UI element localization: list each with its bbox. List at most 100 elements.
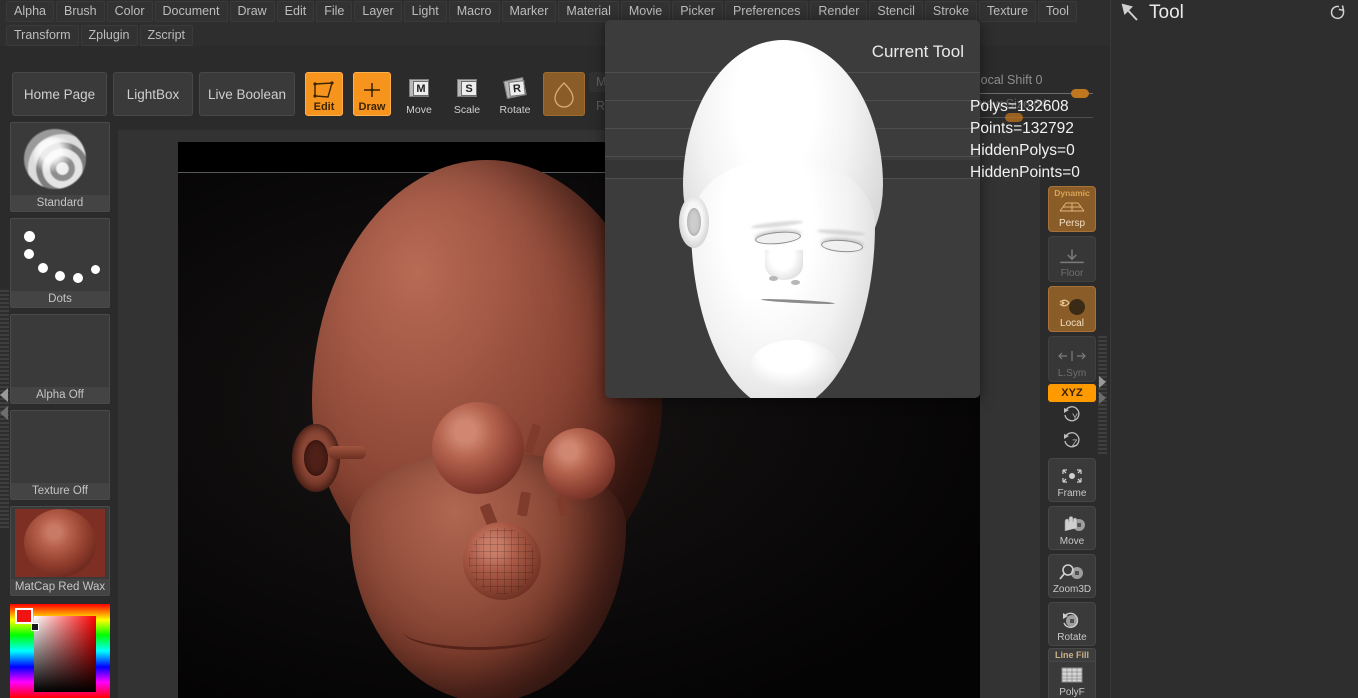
collapse-arrow-icon-2	[0, 406, 8, 420]
menu-item-zscript[interactable]: Zscript	[139, 24, 193, 46]
stroke-slot[interactable]: Dots	[10, 218, 110, 308]
back-arrow-icon[interactable]	[1119, 2, 1145, 26]
live-boolean-button[interactable]: Live Boolean	[199, 72, 295, 116]
edit-label: Edit	[313, 101, 335, 113]
rotate-canvas-button[interactable]: Rotate	[1048, 602, 1096, 646]
local-button[interactable]: Local	[1048, 286, 1096, 332]
polyframe-button[interactable]: PolyF	[1048, 661, 1096, 698]
floor-button[interactable]: Floor	[1048, 236, 1096, 282]
menu-item-picker[interactable]: Picker	[672, 0, 723, 22]
model-nose-sphere	[463, 522, 541, 600]
collapse-arrow-icon	[0, 388, 8, 402]
right-vertical-toolbar: Dynamic Persp Floor Local L.Sym XYZ Y Z …	[1048, 186, 1107, 698]
model-ear-stem	[328, 446, 366, 459]
polyframe-icon	[1061, 667, 1083, 683]
brush-thumbnail	[11, 123, 109, 195]
menu-row-primary: Alpha Brush Color Document Draw Edit File Layer…	[0, 0, 1110, 22]
menu-item-document[interactable]: Document	[154, 0, 228, 22]
material-swatch-button[interactable]	[543, 72, 585, 116]
lightbox-button[interactable]: LightBox	[113, 72, 193, 116]
zoom3d-button[interactable]: Zoom3D	[1048, 554, 1096, 598]
texture-slot[interactable]: Texture Off	[10, 410, 110, 500]
preview-nostril-right	[791, 280, 800, 285]
current-tool-popup[interactable]: Current Tool	[605, 20, 980, 398]
texture-label: Texture Off	[11, 483, 109, 499]
tool-panel: Tool Load Tool Save As Copy Tool Paste T…	[1110, 0, 1358, 698]
menu-item-file[interactable]: File	[316, 0, 353, 22]
stat-hidden-polys: HiddenPolys=0	[970, 142, 1075, 159]
menu-item-zplugin[interactable]: Zplugin	[80, 24, 138, 46]
left-tray-collapse-handle[interactable]	[0, 288, 9, 528]
material-slot[interactable]: MatCap Red Wax	[10, 506, 110, 596]
tool-preview-model	[665, 40, 905, 398]
menu-item-stencil[interactable]: Stencil	[869, 0, 923, 22]
move-label: Move	[406, 104, 432, 116]
rotate-y-button[interactable]: Y	[1048, 404, 1096, 428]
menu-item-movie[interactable]: Movie	[620, 0, 671, 22]
menu-item-brush[interactable]: Brush	[55, 0, 105, 22]
expand-arrow-icon	[1099, 376, 1106, 388]
persp-label: Persp	[1058, 218, 1086, 229]
refresh-icon[interactable]	[1329, 4, 1347, 22]
menu-item-alpha[interactable]: Alpha	[6, 0, 54, 22]
rotate-mode-button[interactable]: R Rotate	[495, 70, 535, 116]
color-picker[interactable]	[10, 604, 110, 698]
alpha-label: Alpha Off	[11, 387, 109, 403]
scale-s-icon: S	[453, 78, 481, 104]
local-symmetry-button[interactable]: L.Sym	[1048, 336, 1096, 382]
zbrush-window: Alpha Brush Color Document Draw Edit File Layer…	[0, 0, 1358, 698]
menu-item-render[interactable]: Render	[810, 0, 868, 22]
right-toolbar-collapse-handle[interactable]	[1098, 334, 1107, 454]
menu-item-tool[interactable]: Tool	[1038, 0, 1077, 22]
polyf-label: PolyF	[1059, 687, 1085, 698]
menu-item-layer[interactable]: Layer	[354, 0, 402, 22]
line-fill-label[interactable]: Line Fill	[1048, 648, 1096, 661]
hand-move-icon	[1064, 516, 1085, 531]
expand-arrow-icon-2	[1099, 392, 1106, 404]
stroke-label: Dots	[11, 291, 109, 307]
xyz-symmetry-button[interactable]: XYZ	[1048, 384, 1096, 402]
draw-label: Draw	[358, 101, 386, 113]
perspective-button[interactable]: Dynamic Persp	[1048, 186, 1096, 232]
current-color-swatch[interactable]	[15, 608, 33, 624]
floor-icon	[1060, 249, 1084, 264]
material-thumbnail	[11, 507, 109, 579]
move-canvas-button[interactable]: Move	[1048, 506, 1096, 550]
color-sv-field[interactable]	[34, 616, 96, 692]
zoom3d-icon	[1059, 564, 1083, 580]
draw-mode-button[interactable]: Draw	[353, 72, 391, 116]
local-label: Local	[1060, 318, 1084, 329]
model-mouth	[403, 612, 553, 650]
scale-mode-button[interactable]: S Scale	[447, 70, 487, 116]
home-page-button[interactable]: Home Page	[12, 72, 107, 116]
model-eye-right	[543, 428, 615, 500]
menu-item-draw[interactable]: Draw	[229, 0, 275, 22]
menu-item-preferences[interactable]: Preferences	[724, 0, 809, 22]
preview-ear	[679, 196, 709, 248]
rotate-z-icon: Z	[1064, 432, 1080, 448]
menu-item-color[interactable]: Color	[106, 0, 153, 22]
rotate-z-button[interactable]: Z	[1048, 430, 1096, 454]
rotate-key-letter: R	[508, 80, 526, 97]
menu-item-stroke[interactable]: Stroke	[924, 0, 978, 22]
alpha-slot[interactable]: Alpha Off	[10, 314, 110, 404]
brush-slot[interactable]: Standard	[10, 122, 110, 212]
menu-item-edit[interactable]: Edit	[276, 0, 315, 22]
rotate-canvas-icon	[1063, 612, 1079, 629]
brush-label: Standard	[11, 195, 109, 211]
scale-key-letter: S	[461, 81, 477, 96]
menu-item-marker[interactable]: Marker	[501, 0, 557, 22]
frame-button[interactable]: Frame	[1048, 458, 1096, 502]
scale-label: Scale	[453, 104, 481, 116]
menu-item-transform[interactable]: Transform	[6, 24, 79, 46]
stroke-thumbnail	[11, 219, 109, 291]
edit-mode-button[interactable]: Edit	[305, 72, 343, 116]
menu-item-light[interactable]: Light	[403, 0, 447, 22]
focal-shift-label: Focal Shift 0	[973, 73, 1043, 87]
move-canvas-label: Move	[1059, 536, 1085, 547]
move-mode-button[interactable]: M Move	[399, 70, 439, 116]
menu-item-material[interactable]: Material	[558, 0, 619, 22]
menu-item-macro[interactable]: Macro	[448, 0, 500, 22]
menu-item-texture[interactable]: Texture	[979, 0, 1037, 22]
zoom3d-label: Zoom3D	[1052, 584, 1092, 595]
